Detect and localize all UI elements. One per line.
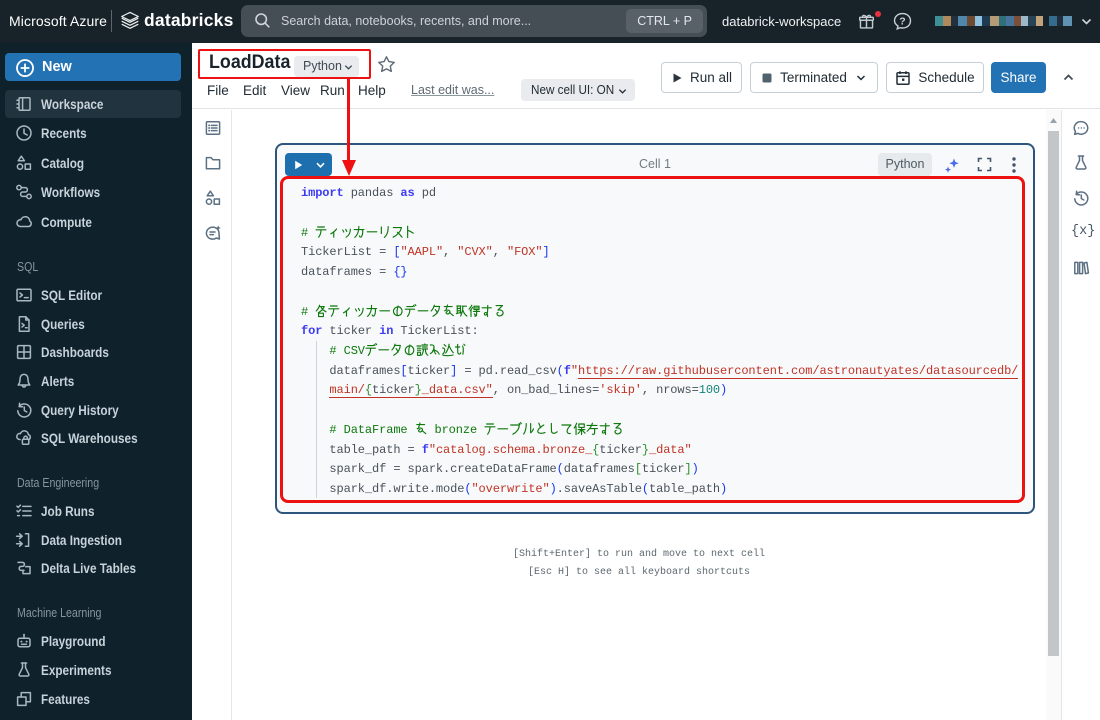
svg-text:?: ?: [899, 16, 905, 28]
